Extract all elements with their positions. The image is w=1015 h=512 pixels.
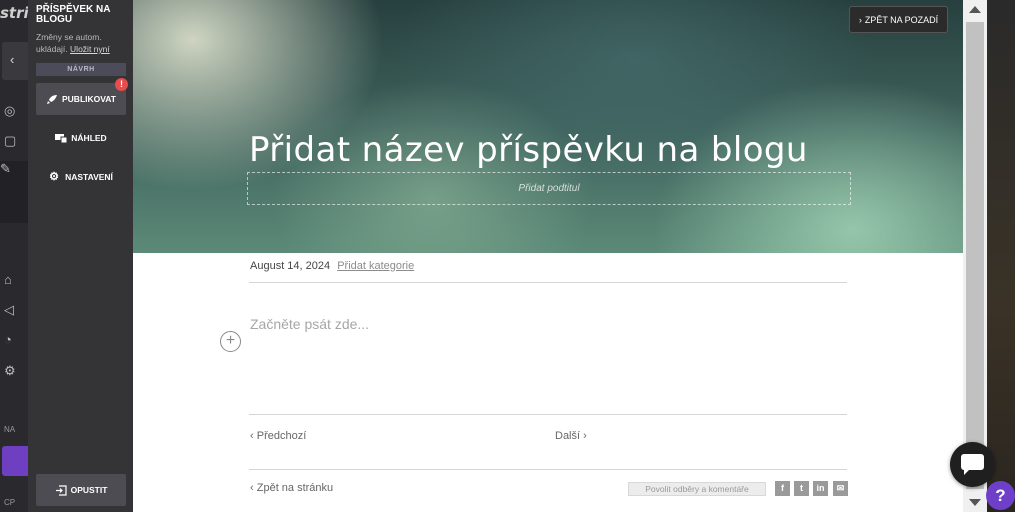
add-block-button[interactable]: + [220, 331, 241, 352]
background-nav-item[interactable]: ◔ [4, 332, 28, 352]
next-post-link[interactable]: Další › [555, 430, 587, 442]
divider [249, 282, 847, 283]
background-page-edge [987, 0, 1015, 512]
back-to-page-label: Zpět na stránku [256, 482, 334, 494]
facebook-icon[interactable]: f [775, 481, 790, 496]
enable-comments-button[interactable]: Povolit odběry a komentáře [628, 482, 766, 496]
background-nav-item[interactable]: ◎ [4, 103, 28, 123]
previous-label: Předchozí [256, 430, 307, 442]
panel-title: PŘÍSPĚVEK NA BLOGU [36, 4, 111, 25]
chevron-left-icon: ‹ [250, 430, 257, 442]
background-nav-item[interactable]: ⚙ [4, 363, 28, 383]
background-app-logo: strik [0, 4, 28, 22]
post-title-input[interactable]: Přidat název příspěvku na blogu [249, 130, 849, 170]
post-meta: August 14, 2024 Přidat kategorie [250, 260, 414, 272]
background-nav-item[interactable]: ⌂ [4, 272, 28, 292]
exit-button[interactable]: OPUSTIT [36, 474, 126, 506]
rocket-icon [47, 94, 57, 104]
preview-button[interactable]: NÁHLED [36, 122, 126, 154]
background-footer-hint: CP [4, 498, 16, 507]
previous-post-link[interactable]: ‹ Předchozí [250, 430, 306, 442]
hero-background-image[interactable] [133, 0, 963, 253]
autosave-note: Změny se autom. ukládají. Uložit nyní [36, 31, 132, 55]
email-icon[interactable]: ✉ [833, 481, 848, 496]
scroll-down-arrow-icon[interactable] [969, 499, 981, 506]
background-upgrade-button[interactable] [2, 446, 28, 476]
chevron-left-icon: ‹ [250, 482, 257, 494]
back-to-background-label: ZPĚT NA POZADÍ [864, 14, 939, 25]
chevron-right-icon: › [580, 430, 587, 442]
post-editor-canvas: › ZPĚT NA POZADÍ Přidat název příspěvku … [133, 0, 963, 512]
settings-button[interactable]: ⚙ NASTAVENÍ [36, 161, 126, 193]
chevron-right-icon: › [858, 14, 862, 25]
background-app-sidebar: strik ‹ ◎ ▢ ✎ ⌂ ◁ ◔ ⚙ NA CP [0, 0, 28, 512]
gear-icon: ⚙ [49, 170, 59, 183]
save-now-link[interactable]: Uložit nyní [70, 44, 110, 54]
background-nav-item[interactable]: ◁ [4, 302, 28, 322]
chat-button[interactable] [950, 442, 995, 487]
settings-label: NASTAVENÍ [65, 172, 113, 182]
exit-icon [55, 484, 67, 496]
post-date: August 14, 2024 [250, 260, 331, 272]
divider [249, 414, 847, 415]
back-to-page-link[interactable]: ‹ Zpět na stránku [250, 482, 333, 494]
background-back-button[interactable]: ‹ [2, 42, 28, 80]
add-category-link[interactable]: Přidat kategorie [337, 260, 414, 272]
vertical-scrollbar[interactable] [963, 0, 987, 512]
scroll-up-arrow-icon[interactable] [969, 6, 981, 13]
twitter-icon[interactable]: t [794, 481, 809, 496]
publish-button[interactable]: PUBLIKOVAT [36, 83, 126, 115]
exit-label: OPUSTIT [70, 485, 108, 495]
preview-icon [55, 133, 68, 143]
publish-alert-badge: ! [115, 78, 128, 91]
editor-side-panel: PŘÍSPĚVEK NA BLOGU Změny se autom. uklád… [28, 0, 133, 512]
status-badge: NÁVRH [36, 63, 126, 76]
background-search-hint: NA [4, 425, 16, 434]
post-body-input[interactable]: Začněte psát zde... [250, 316, 369, 332]
next-label: Další [555, 430, 581, 442]
chat-bubble-icon [961, 454, 984, 475]
background-nav-item-blog[interactable]: ✎ [0, 161, 28, 223]
background-nav-item[interactable]: ▢ [4, 133, 28, 153]
subtitle-input[interactable]: Přidat podtitul [247, 172, 851, 205]
publish-label: PUBLIKOVAT [62, 94, 116, 104]
preview-label: NÁHLED [71, 133, 107, 143]
scrollbar-thumb[interactable] [966, 22, 984, 489]
linkedin-icon[interactable]: in [813, 481, 828, 496]
back-to-background-button[interactable]: › ZPĚT NA POZADÍ [849, 6, 948, 33]
divider [249, 469, 847, 470]
help-button[interactable]: ? [986, 481, 1015, 510]
